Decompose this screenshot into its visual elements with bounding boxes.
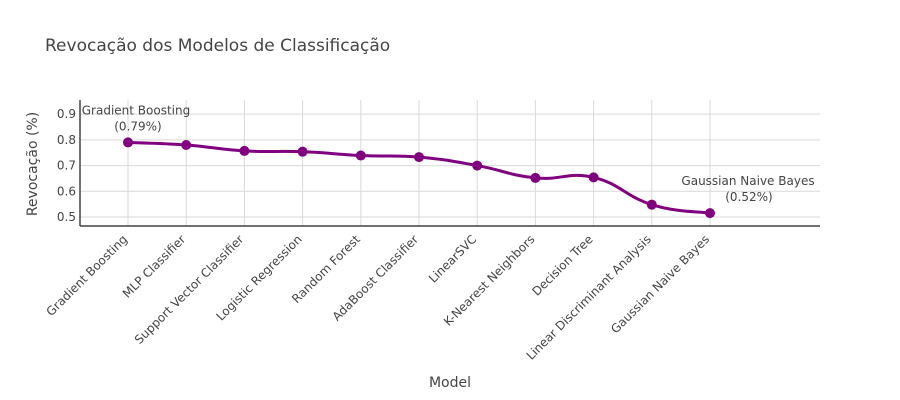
y-axis-title: Revocação (%) [25, 112, 41, 216]
data-point[interactable] [297, 146, 308, 157]
annotations: Gradient Boosting (0.79%) Gaussian Naive B… [82, 103, 815, 204]
recall-line-chart: Revocação dos Modelos de Classificação 0… [25, 36, 820, 391]
data-point[interactable] [123, 137, 133, 148]
x-tick-label: Gaussian Naive Bayes [608, 232, 712, 336]
data-point[interactable] [530, 172, 541, 183]
y-tick-label: 0.9 [57, 107, 76, 121]
y-tick-label: 0.7 [57, 159, 76, 173]
annotation-label: Gaussian Naive Bayes [681, 174, 814, 188]
axes [79, 100, 820, 227]
y-tick-label: 0.8 [57, 133, 76, 147]
tick-labels: 0.50.60.70.80.9Gradient BoostingMLP Clas… [44, 107, 713, 362]
y-tick-label: 0.6 [57, 184, 76, 198]
x-axis-title: Model [429, 375, 471, 391]
x-tick-label: LinearSVC [426, 232, 479, 285]
x-tick-label: Support Vector Classifier [132, 232, 247, 347]
chart-title: Revocação dos Modelos de Classificação [45, 36, 390, 56]
data-point[interactable] [705, 208, 715, 219]
annotation-label: Gradient Boosting [82, 103, 190, 117]
x-tick-label: Decision Tree [529, 232, 595, 298]
x-tick-label: Gradient Boosting [44, 232, 131, 319]
data-point[interactable] [181, 140, 192, 150]
x-tick-label: Linear Discriminant Analysis [524, 232, 654, 362]
annotation-value: (0.52%) [725, 190, 772, 204]
data-point[interactable] [588, 172, 599, 183]
data-point[interactable] [646, 199, 657, 210]
annotation-value: (0.79%) [114, 119, 161, 133]
y-tick-label: 0.5 [57, 210, 76, 224]
data-point[interactable] [355, 150, 366, 161]
data-point[interactable] [239, 145, 250, 156]
data-point[interactable] [472, 160, 483, 171]
grid [80, 100, 820, 226]
data-point[interactable] [414, 152, 424, 163]
